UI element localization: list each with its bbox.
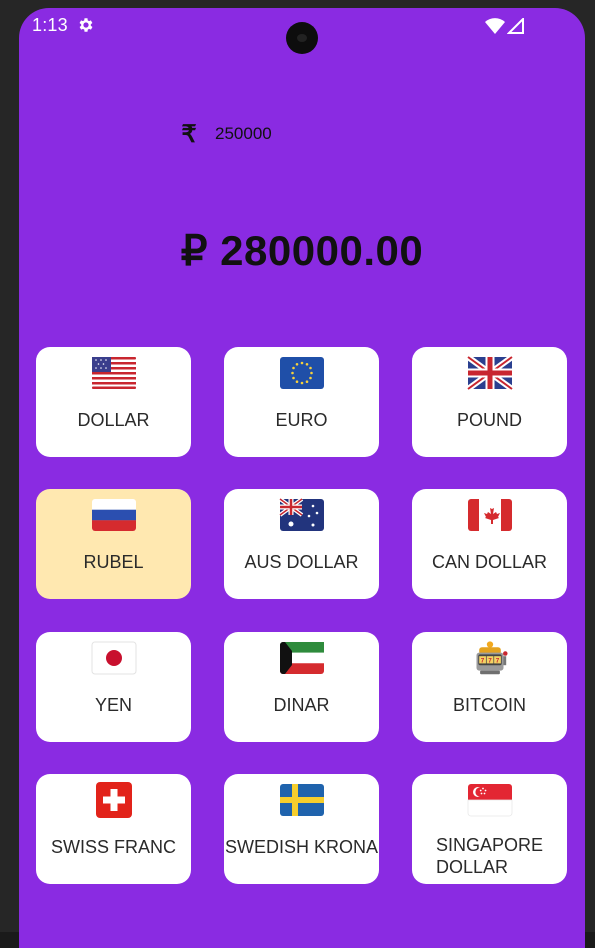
svg-text:7: 7 [495,658,499,665]
japan-flag-icon [91,641,136,675]
currency-card-aus-dollar[interactable]: AUS DOLLAR [224,489,379,599]
signal-icon [507,18,524,34]
currency-card-pound[interactable]: POUND [412,347,567,457]
canada-flag-icon [467,499,512,531]
status-time: 1:13 [32,15,68,35]
wifi-icon [485,18,505,34]
currency-label: POUND [456,410,522,430]
currency-card-dinar[interactable]: DINAR [224,632,379,742]
svg-text:7: 7 [488,658,492,665]
currency-card-can-dollar[interactable]: CAN DOLLAR [412,489,567,599]
australia-flag-icon [278,497,324,531]
currency-label: CAN DOLLAR [431,552,548,572]
phone-frame: 1:13 ₹ ₽ 280000.00 [0,0,595,948]
currency-label: YEN [94,695,132,715]
app-screen: 1:13 ₹ ₽ 280000.00 [19,8,585,948]
amount-input[interactable] [213,123,377,145]
currency-card-singapore-dollar[interactable]: SINGAPORE DOLLAR [412,774,567,884]
currency-label: SINGAPORE DOLLAR [436,835,544,877]
svg-text:7: 7 [480,658,484,665]
currency-card-dollar[interactable]: DOLLAR [36,347,191,457]
currency-label: SWEDISH KRONA [224,837,379,857]
currency-label: BITCOIN [452,695,526,715]
currency-label: RUBEL [83,552,144,572]
russia-flag-icon [91,499,136,531]
eu-flag-icon [279,357,324,389]
currency-card-bitcoin[interactable]: 7 7 7 BITCOIN [412,632,567,742]
slot-machine-icon: 7 7 7 [476,641,508,675]
status-bar: 1:13 [19,8,585,54]
currency-card-rubel[interactable]: RUBEL [36,489,191,599]
us-flag-icon [91,357,136,389]
amount-input-row: ₹ [177,118,377,150]
currency-label: DOLLAR [77,410,150,430]
rupee-icon: ₹ [181,120,197,148]
currency-label: EURO [275,410,328,430]
front-camera [286,22,318,54]
kuwait-flag-icon [279,642,324,674]
currency-card-swedish-krona[interactable]: SWEDISH KRONA [224,774,379,884]
switzerland-flag-icon [95,782,132,818]
sweden-flag-icon [279,784,324,816]
currency-card-yen[interactable]: YEN [36,632,191,742]
converted-result: ₽ 280000.00 [180,227,424,274]
currency-card-euro[interactable]: EURO [224,347,379,457]
currency-card-swiss-franc[interactable]: SWISS FRANC [36,774,191,884]
uk-flag-icon [466,355,513,391]
currency-label: SWISS FRANC [50,837,176,857]
currency-label: AUS DOLLAR [244,552,359,572]
gear-icon [79,18,93,32]
singapore-flag-icon [467,784,512,817]
currency-label: DINAR [273,695,330,715]
